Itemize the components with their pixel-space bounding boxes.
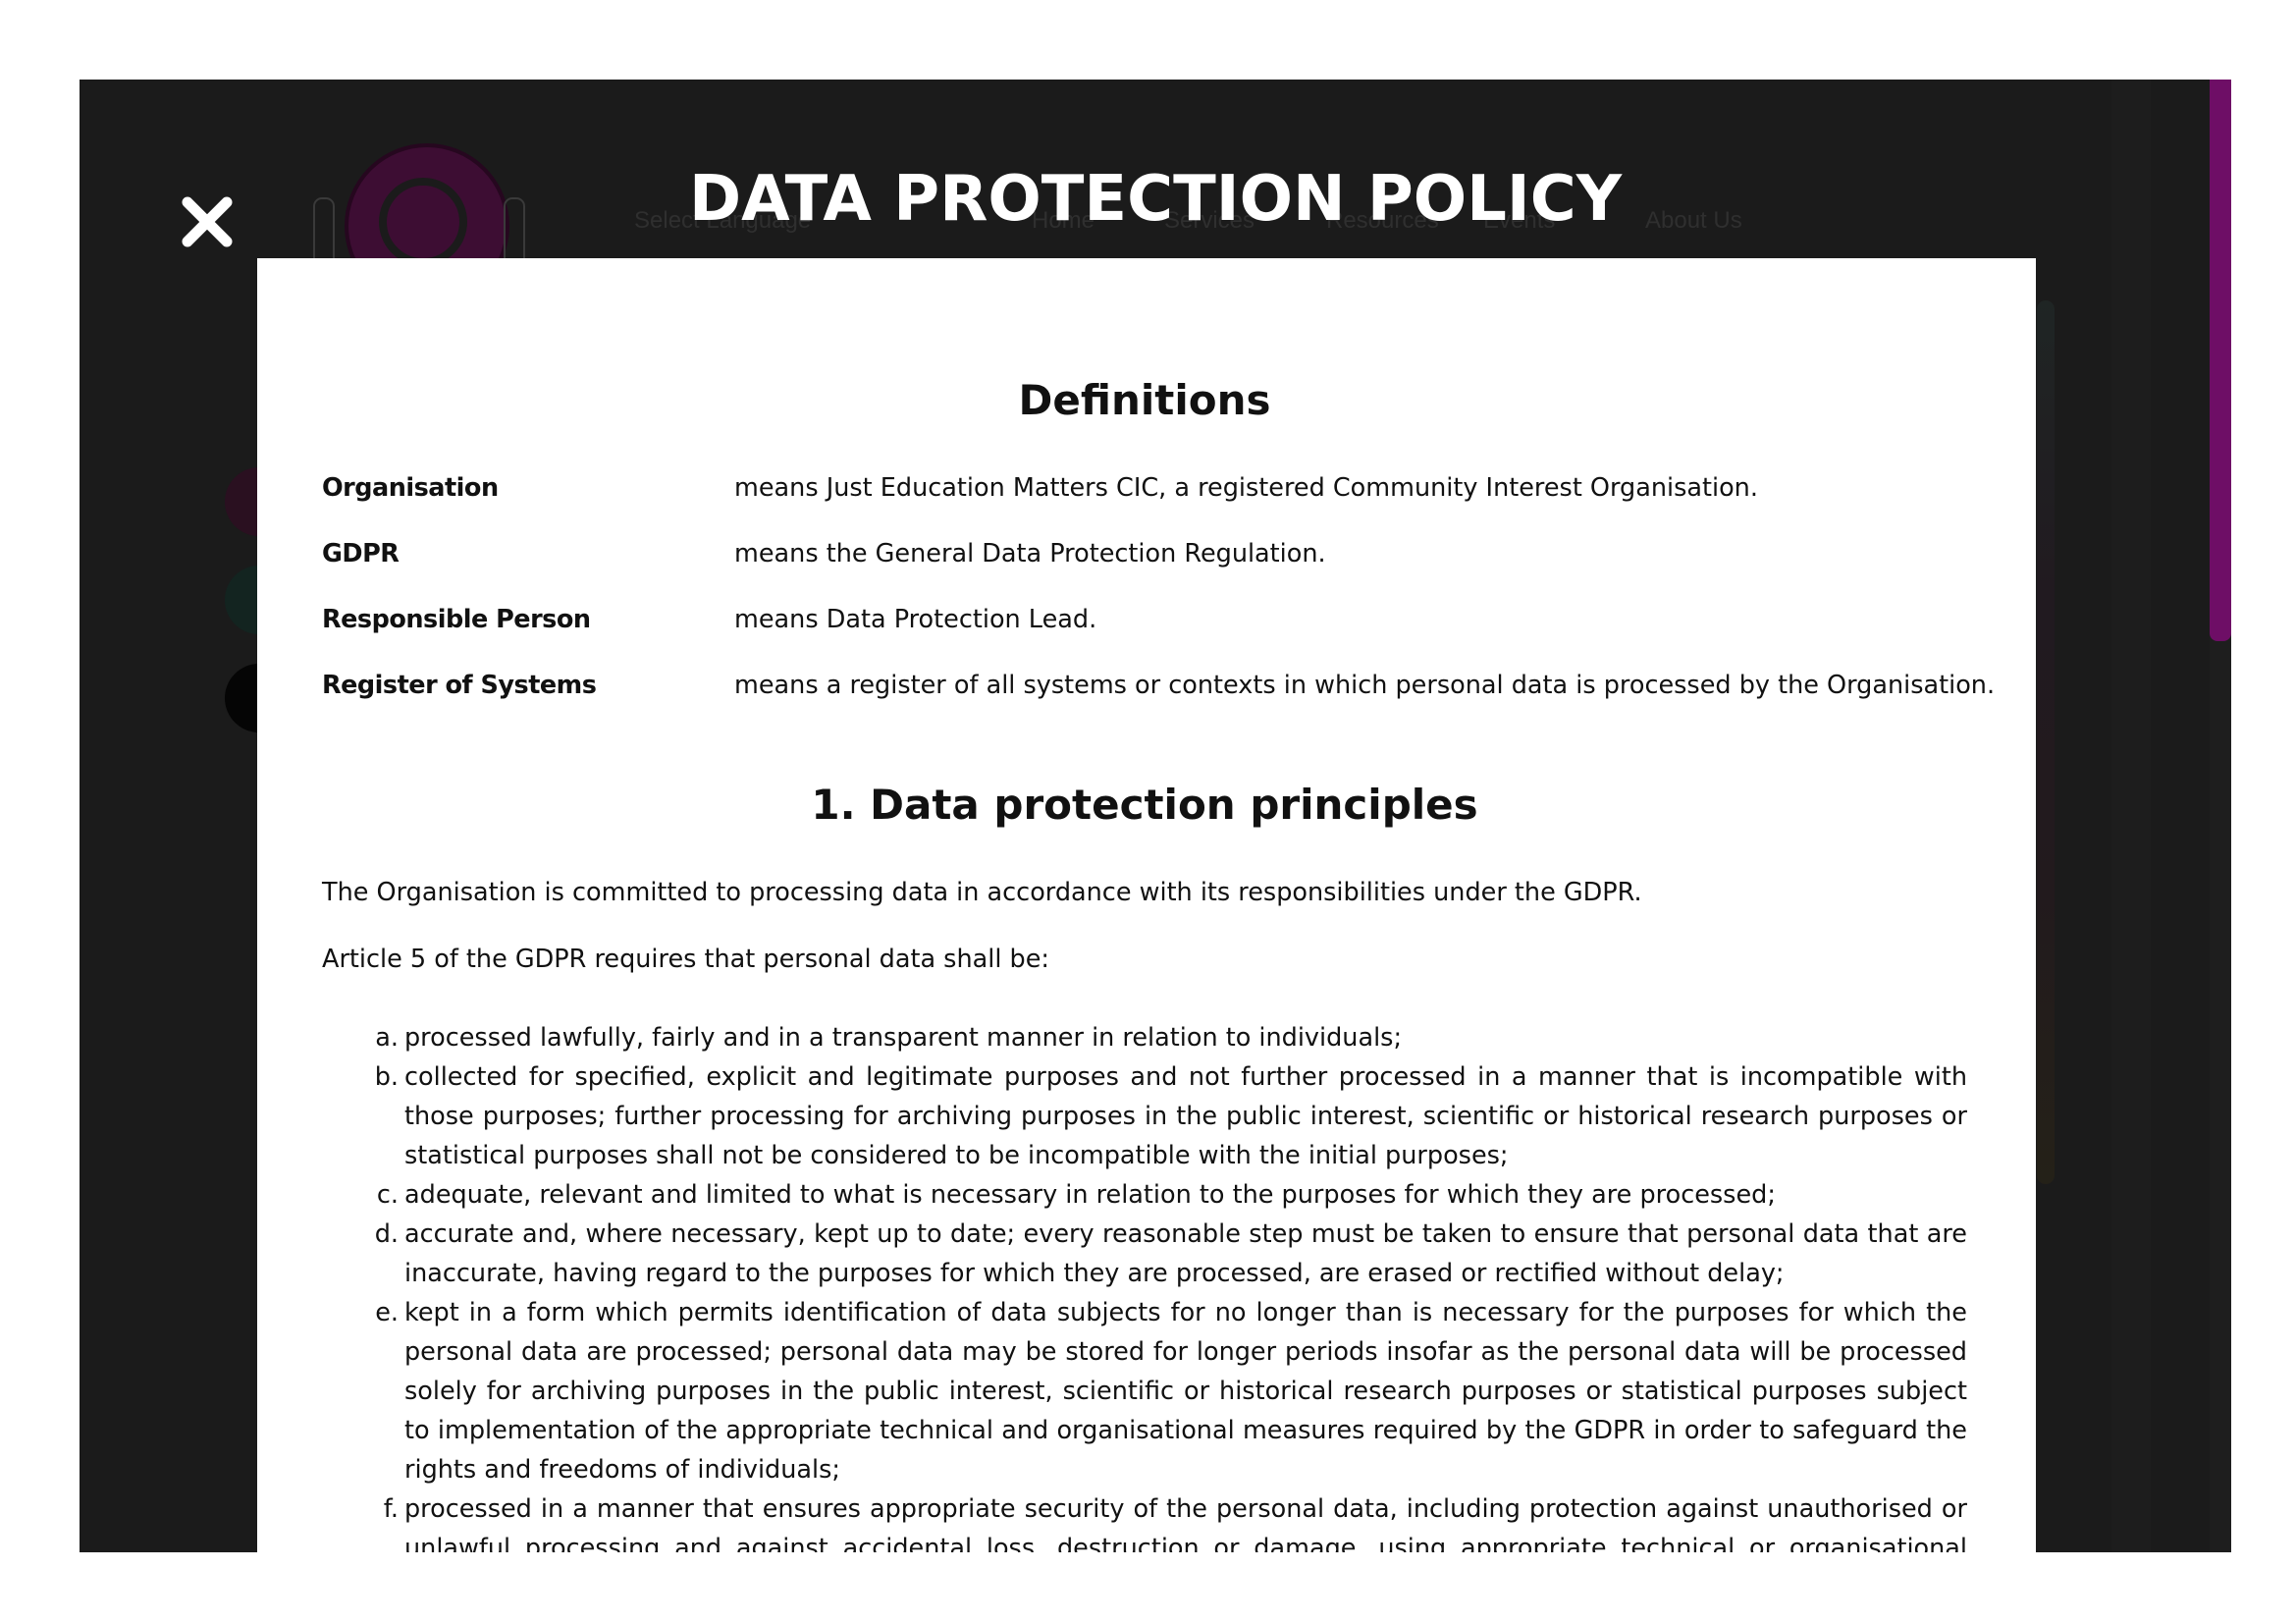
definition-row: Register of Systems means a register of … [322,671,1995,710]
policy-modal: Definitions Organisation means Just Educ… [257,258,2036,1552]
definition-meaning: means Just Education Matters CIC, a regi… [734,473,1758,503]
definition-meaning: means a register of all systems or conte… [734,671,1996,700]
definition-row: Responsible Person means Data Protection… [322,605,1967,644]
list-item: d. accurate and, where necessary, kept up… [322,1215,1967,1293]
list-marker: f. [383,1494,399,1524]
principles-heading: 1. Data protection principles [811,781,1478,829]
browser-viewport: Select Language Home Services Resources … [80,80,2231,1552]
intro-paragraph: The Organisation is committed to process… [322,878,1642,907]
list-marker: a. [375,1023,399,1053]
definition-term: Register of Systems [322,671,597,700]
list-item-text: processed in a manner that ensures appro… [404,1494,1967,1552]
definition-meaning: means the General Data Protection Regula… [734,539,1326,568]
background-strip [2111,80,2151,1552]
list-item-text: kept in a form which permits identificat… [404,1298,1967,1485]
list-item: a. processed lawfully, fairly and in a tr… [322,1018,1967,1057]
principles-list: a. processed lawfully, fairly and in a tr… [322,1018,1967,1552]
background-sidebar-bar [2037,300,2055,1184]
list-item-text: processed lawfully, fairly and in a tran… [404,1023,1403,1053]
list-marker: b. [374,1062,399,1092]
definition-term: Organisation [322,473,499,503]
list-item: f. processed in a manner that ensures app… [322,1489,1967,1552]
list-item: b. collected for specified, explicit and … [322,1057,1967,1175]
definition-term: Responsible Person [322,605,591,634]
article-paragraph: Article 5 of the GDPR requires that pers… [322,945,1049,974]
list-item-text: adequate, relevant and limited to what i… [404,1180,1776,1210]
definition-meaning: means Data Protection Lead. [734,605,1097,634]
list-item-text: accurate and, where necessary, kept up t… [404,1219,1967,1288]
list-marker: c. [376,1180,399,1210]
list-item-text: collected for specified, explicit and le… [404,1062,1967,1170]
list-marker: e. [375,1298,399,1327]
list-item: c. adequate, relevant and limited to what… [322,1175,1967,1215]
modal-title: DATA PROTECTION POLICY [688,163,1623,236]
list-marker: d. [374,1219,399,1249]
definitions-heading: Definitions [1018,376,1271,424]
list-item: e. kept in a form which permits identific… [322,1293,1967,1489]
definition-row: Organisation means Just Education Matter… [322,473,1967,513]
definition-term: GDPR [322,539,400,568]
definition-row: GDPR means the General Data Protection R… [322,539,1967,578]
scrollbar-track[interactable] [2210,80,2231,1552]
